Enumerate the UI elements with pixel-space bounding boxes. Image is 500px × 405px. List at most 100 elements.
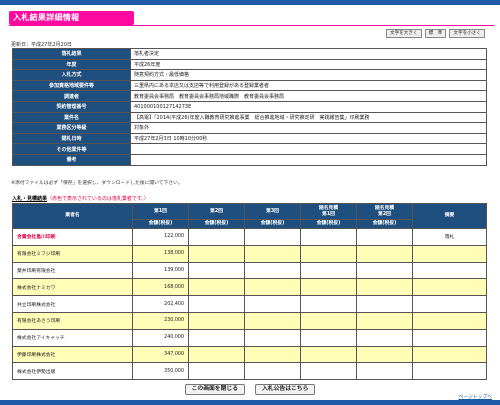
bid-row: 株式会社ナミカワ 168,000 (12, 278, 487, 297)
col-round2: 第2回 (188, 203, 245, 220)
col-amount: 金額(税抜) (188, 219, 245, 229)
bid-round2-amount (188, 328, 245, 347)
info-label: 業務区分等級 (12, 122, 131, 134)
bid-company: 株式会社ナミカワ (12, 278, 133, 297)
bid-round2-amount (188, 345, 245, 364)
bid-round3-amount (244, 228, 301, 246)
bid-neg1-amount (300, 295, 357, 313)
bid-notice-button[interactable]: 入札公告はこちら (255, 384, 316, 395)
bid-round2-amount (188, 362, 245, 381)
font-larger-button[interactable]: 文字を大きく (386, 29, 422, 38)
bid-round1-amount: 202,400 (132, 295, 189, 313)
bid-neg1-amount (300, 311, 357, 330)
info-label: 調達者 (12, 90, 131, 102)
col-neg2: 随名見積 第2回 (356, 203, 413, 220)
bid-remark (412, 295, 487, 313)
col-amount: 金額(税抜) (244, 219, 301, 229)
bid-company: 伊藤印刷株式会社 (12, 345, 133, 364)
info-table: 落札結果 落札者決定 年度 平成26年度 入札方式 随意契約方式・最低価格 参加資格地域要件… (12, 48, 487, 166)
bid-round3-amount (244, 244, 301, 263)
bid-remark (412, 244, 487, 263)
title-divider (9, 25, 494, 26)
bid-round2-amount (188, 261, 245, 280)
updated-date: 更新日：平成27年2月20日 (11, 42, 72, 48)
bid-round1-amount: 230,000 (132, 311, 189, 330)
bid-company: 有限会社あさう印刷 (12, 311, 133, 330)
bid-round3-amount (244, 295, 301, 313)
bid-round1-amount: 168,000 (132, 278, 189, 297)
info-label: 備考 (12, 153, 131, 166)
bid-neg1-amount (300, 345, 357, 364)
info-label: 参加資格地域要件等 (12, 79, 131, 92)
info-row: 参加資格地域要件等 三重県内にある本店又は支店等で利用登録がある登録業者者 (12, 79, 487, 92)
bid-row: 株式会社アイキャッチ 240,000 (12, 328, 487, 347)
bid-neg2-amount (356, 311, 413, 330)
info-row: 入札方式 随意契約方式・最低価格 (12, 69, 487, 81)
bid-remark (412, 328, 487, 347)
col-remark: 摘要 (412, 203, 487, 229)
col-neg1: 随名見積 第1回 (300, 203, 357, 220)
col-amount: 金額(税抜) (132, 219, 189, 229)
info-row: 開札日時 平成27年2月3日 10時10分00秒 (12, 132, 487, 145)
bid-neg1-amount (300, 278, 357, 297)
font-size-controls: 文字を大きく 標 準 文字を小さく (386, 29, 485, 39)
info-value: 教育委員会事務局 教育委員会事務局地域職際 教育委員会事務局 (130, 90, 487, 102)
close-window-button[interactable]: この画面を閉じる (184, 384, 245, 395)
info-value: 【高電】「2014(平成26)年度入職教育研究推進事業 総合推進地域・研究推定研… (130, 111, 487, 124)
page-top-link[interactable]: ページトップへ (459, 393, 492, 400)
bid-company: 株式会社伊勢出版 (12, 362, 133, 381)
bid-round1-amount: 240,000 (132, 328, 189, 347)
top-bar (0, 0, 500, 5)
info-row: 契約管理番号 40100010012714273E (12, 100, 487, 113)
bid-remark: 落札 (412, 228, 487, 246)
bid-remark (412, 345, 487, 364)
info-value: 平成26年度 (130, 58, 487, 71)
bid-neg2-amount (356, 244, 413, 263)
action-buttons: この画面を閉じる 入札公告はこちら (0, 384, 500, 395)
info-value: 随意契約方式・最低価格 (130, 69, 487, 81)
info-label: 落札結果 (12, 48, 131, 60)
bids-section-title: 入札・見積結果（赤色で表示されているのは落札業者です。） (12, 195, 149, 202)
bid-row: 有限会社ミフジ印刷 138,000 (12, 244, 487, 263)
bid-round2-amount (188, 311, 245, 330)
info-value: 平成27年2月3日 10時10分00秒 (130, 132, 487, 145)
bid-round3-amount (244, 311, 301, 330)
bid-round1-amount: 350,000 (132, 362, 189, 381)
info-label: 契約管理番号 (12, 100, 131, 113)
col-round3: 第3回 (244, 203, 301, 220)
bid-round1-amount: 139,000 (132, 261, 189, 280)
bid-neg1-amount (300, 261, 357, 280)
bid-round2-amount (188, 244, 245, 263)
bid-remark (412, 278, 487, 297)
bid-neg1-amount (300, 228, 357, 246)
info-value: 40100010012714273E (130, 100, 487, 113)
col-company: 業者名 (12, 203, 133, 229)
bid-row: 共立印刷株式会社 202,400 (12, 295, 487, 313)
info-value (130, 143, 487, 155)
bid-remark (412, 362, 487, 381)
info-row: 年度 平成26年度 (12, 58, 487, 71)
bid-neg2-amount (356, 261, 413, 280)
col-amount: 金額(税抜) (300, 219, 357, 229)
bid-company: 株式会社アイキャッチ (12, 328, 133, 347)
bid-round3-amount (244, 362, 301, 381)
font-smaller-button[interactable]: 文字を小さく (449, 29, 485, 38)
bid-neg1-amount (300, 328, 357, 347)
info-row: 業務区分等級 対象外 (12, 122, 487, 134)
bid-neg2-amount (356, 228, 413, 246)
bids-title: 入札・見積結果 (12, 196, 48, 202)
bid-round2-amount (188, 295, 245, 313)
bid-round1-amount: 122,000 (132, 228, 189, 246)
bid-round3-amount (244, 261, 301, 280)
col-round1: 第1回 (132, 203, 189, 220)
page-title: 入札結果詳細情報 (9, 11, 134, 25)
bid-neg2-amount (356, 362, 413, 381)
bid-neg1-amount (300, 244, 357, 263)
info-row: 落札結果 落札者決定 (12, 48, 487, 60)
bid-round3-amount (244, 278, 301, 297)
font-standard-button[interactable]: 標 準 (424, 29, 447, 38)
bid-neg2-amount (356, 295, 413, 313)
bid-neg2-amount (356, 328, 413, 347)
bid-row: 有限会社あさう印刷 230,000 (12, 311, 487, 330)
bid-row: 株式会社伊勢出版 350,000 (12, 362, 487, 381)
